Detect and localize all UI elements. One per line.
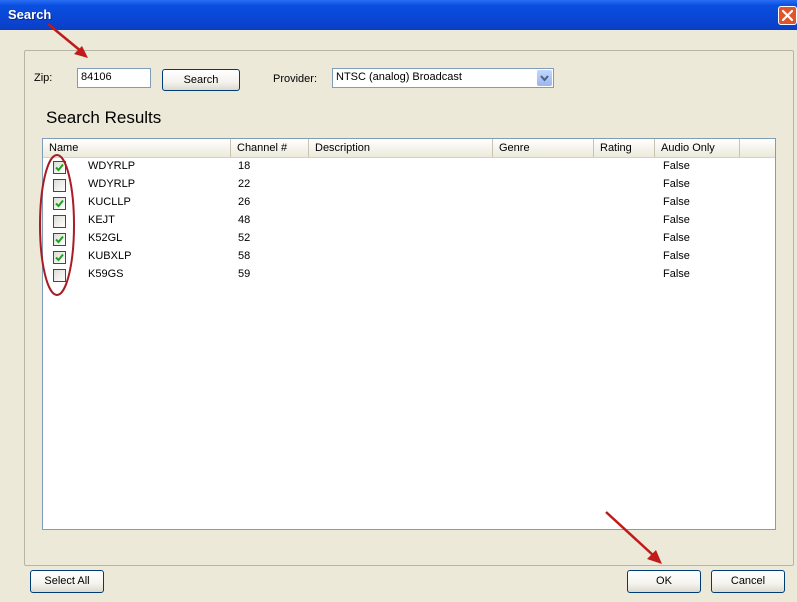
cell-channel: 26: [238, 196, 251, 208]
cell-name: K52GL: [88, 232, 123, 244]
title-bar: Search: [0, 0, 797, 30]
annotation-arrow-ok: [605, 511, 662, 564]
provider-select[interactable]: NTSC (analog) Broadcast: [332, 68, 554, 88]
cell-name: WDYRLP: [88, 178, 136, 190]
column-header-channel[interactable]: Channel #: [231, 139, 309, 157]
column-header-audio-only[interactable]: Audio Only: [655, 139, 740, 157]
table-row[interactable]: KUBXLP 58 False: [43, 248, 775, 266]
close-icon: [781, 9, 794, 22]
cell-name: KUCLLP: [88, 196, 131, 208]
column-header-description[interactable]: Description: [309, 139, 493, 157]
cell-name: KUBXLP: [88, 250, 132, 262]
cell-audio-only: False: [663, 196, 690, 208]
cell-channel: 48: [238, 214, 251, 226]
table-row[interactable]: K52GL 52 False: [43, 230, 775, 248]
select-all-button[interactable]: Select All: [30, 570, 104, 593]
search-results-title: Search Results: [46, 108, 162, 127]
annotation-ellipse-checkboxes: [39, 154, 75, 296]
cell-channel: 18: [238, 160, 251, 172]
column-header-genre[interactable]: Genre: [493, 139, 594, 157]
table-row[interactable]: KEJT 48 False: [43, 212, 775, 230]
cell-channel: 52: [238, 232, 251, 244]
search-button[interactable]: Search: [162, 69, 240, 91]
cell-channel: 22: [238, 178, 251, 190]
zip-input[interactable]: 84106: [77, 68, 151, 88]
column-header-rating[interactable]: Rating: [594, 139, 655, 157]
cell-name: KEJT: [88, 214, 115, 226]
zip-label: Zip:: [34, 72, 53, 84]
cell-audio-only: False: [663, 250, 690, 262]
ok-button[interactable]: OK: [627, 570, 701, 593]
cell-audio-only: False: [663, 178, 690, 190]
provider-label: Provider:: [273, 73, 318, 85]
annotation-arrow-zip: [47, 23, 88, 58]
table-row[interactable]: WDYRLP 18 False: [43, 158, 775, 176]
results-list[interactable]: Name Channel # Description Genre Rating …: [42, 138, 776, 530]
cell-channel: 59: [238, 268, 251, 280]
chevron-down-icon[interactable]: [537, 70, 552, 86]
results-header: Name Channel # Description Genre Rating …: [43, 139, 775, 158]
table-row[interactable]: WDYRLP 22 False: [43, 176, 775, 194]
cell-channel: 58: [238, 250, 251, 262]
provider-select-value: NTSC (analog) Broadcast: [336, 71, 462, 83]
cancel-button[interactable]: Cancel: [711, 570, 785, 593]
table-row[interactable]: KUCLLP 26 False: [43, 194, 775, 212]
table-row[interactable]: K59GS 59 False: [43, 266, 775, 284]
cell-audio-only: False: [663, 232, 690, 244]
cell-name: K59GS: [88, 268, 124, 280]
cell-audio-only: False: [663, 160, 690, 172]
cell-audio-only: False: [663, 214, 690, 226]
cell-audio-only: False: [663, 268, 690, 280]
cell-name: WDYRLP: [88, 160, 136, 172]
close-button[interactable]: [778, 6, 797, 25]
dialog-body: Zip: 84106 Search Provider: NTSC (analog…: [0, 23, 797, 602]
